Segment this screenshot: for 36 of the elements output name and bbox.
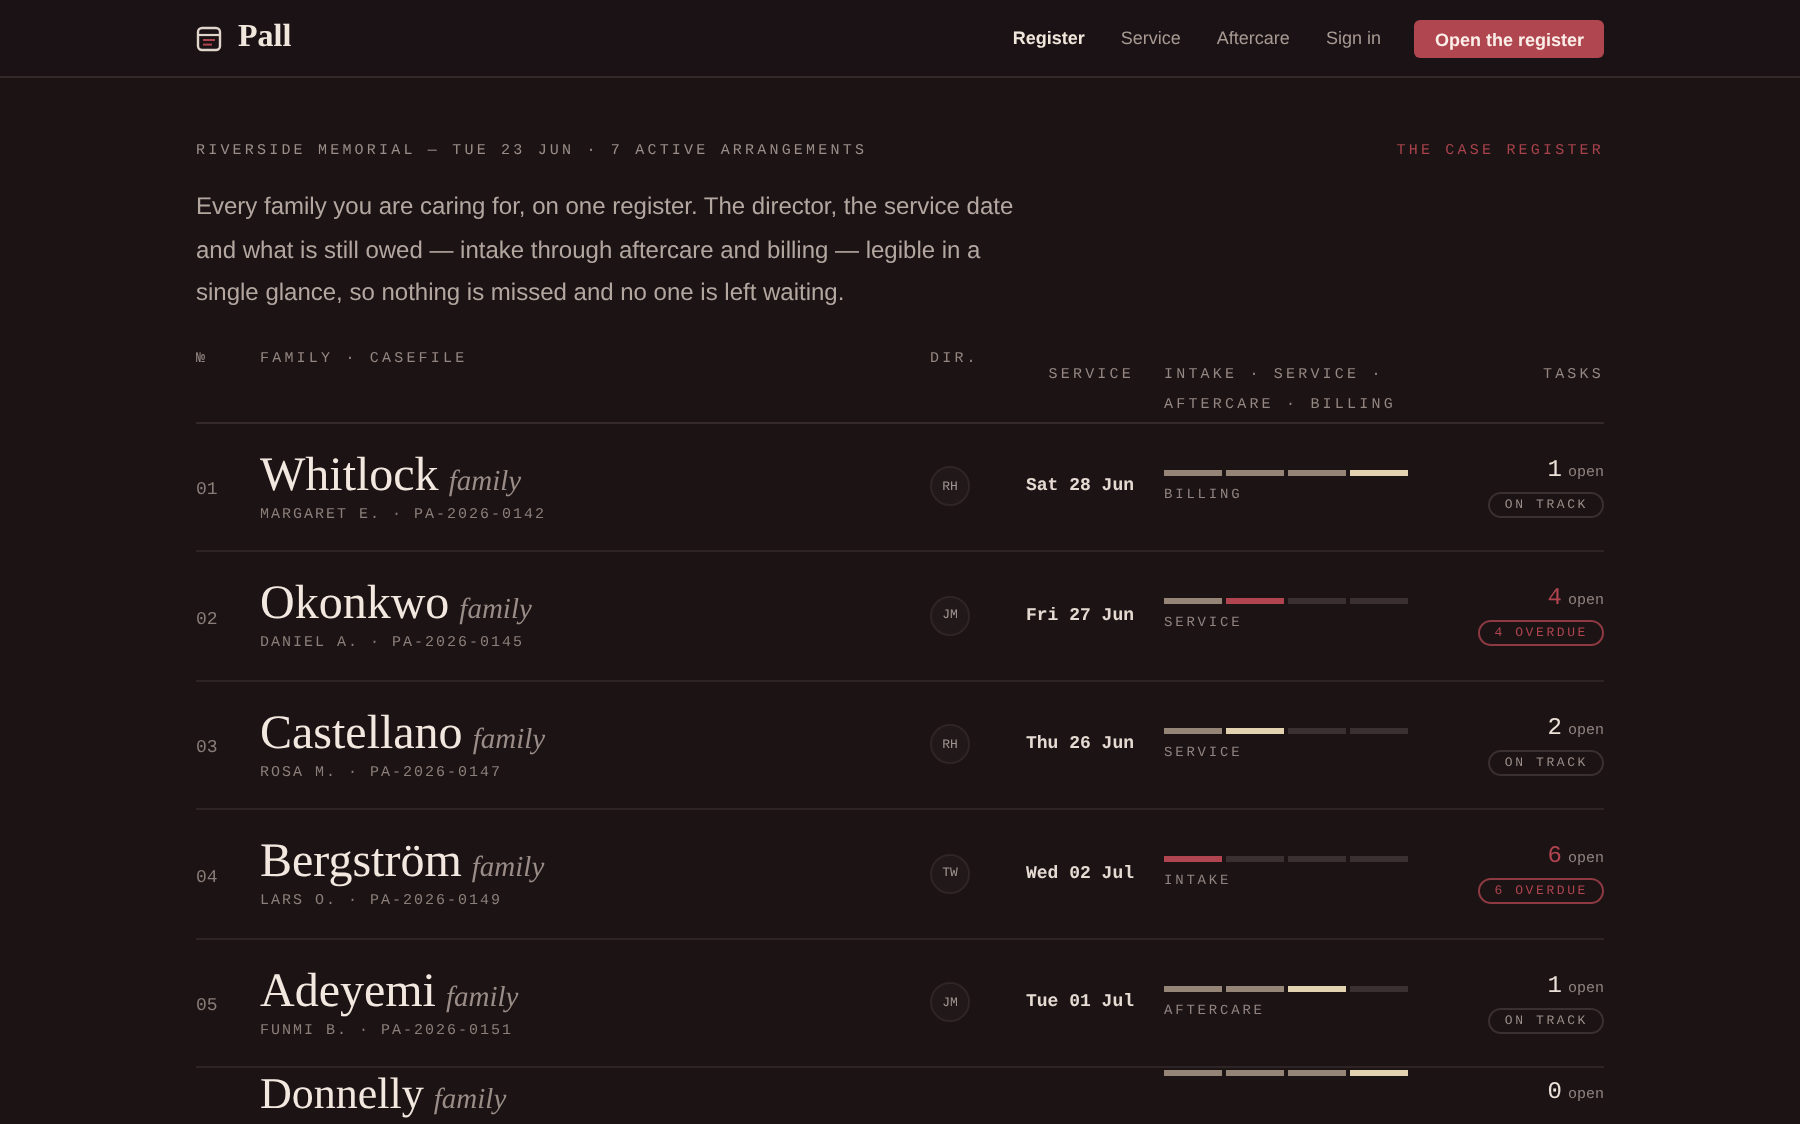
task-count: 2 (1547, 713, 1562, 742)
family-suffix: family (459, 594, 532, 629)
family-suffix: family (472, 723, 546, 758)
family-suffix: family (471, 852, 545, 887)
service-date: Thu 26 Jun (1023, 734, 1134, 755)
row-number: 05 (196, 996, 218, 1017)
nav-link[interactable]: Sign in (1325, 28, 1381, 48)
nav-link[interactable]: Aftercare (1216, 28, 1290, 48)
nav-link[interactable]: Register (1012, 28, 1085, 48)
service-date: Tue 01 Jul (1023, 992, 1134, 1013)
service-date: Wed 02 Jul (1023, 863, 1134, 884)
service-date: Sat 28 Jun (1023, 476, 1134, 497)
family-name[interactable]: Okonkwo (260, 578, 450, 631)
task-count: 0 (1547, 1076, 1562, 1110)
brand-name[interactable]: Pall (238, 20, 292, 56)
row-number: 02 (196, 609, 218, 630)
task-count: 1 (1547, 455, 1562, 484)
task-count: 6 (1547, 842, 1562, 871)
task-count: 4 (1547, 584, 1562, 613)
task-count: 1 (1547, 971, 1562, 1000)
row-number: 04 (196, 867, 218, 888)
open-register-button[interactable]: Open the register (1414, 19, 1604, 57)
service-date: Fri 27 Jun (1023, 605, 1134, 626)
family-name[interactable]: Donnelly (260, 1070, 424, 1118)
family-name[interactable]: Castellano (260, 707, 463, 760)
row-number: 03 (196, 738, 218, 759)
nav-link[interactable]: Service (1120, 28, 1181, 48)
family-suffix: family (448, 465, 522, 500)
row-number: 01 (196, 480, 218, 501)
intro-paragraph: Every family you are caring for, on one register. The director, the service date and what is still owed — intake through aftercare and billing — legible in a single glance, so nothing is missed and no one is left waiting. (196, 190, 1016, 310)
family-name[interactable]: Whitlock (260, 449, 439, 502)
family-suffix: family (445, 981, 519, 1016)
family-name[interactable]: Bergström (260, 836, 462, 889)
family-name[interactable]: Adeyemi (260, 965, 436, 1018)
family-suffix: family (433, 1082, 507, 1120)
ledger-icon (196, 25, 222, 51)
